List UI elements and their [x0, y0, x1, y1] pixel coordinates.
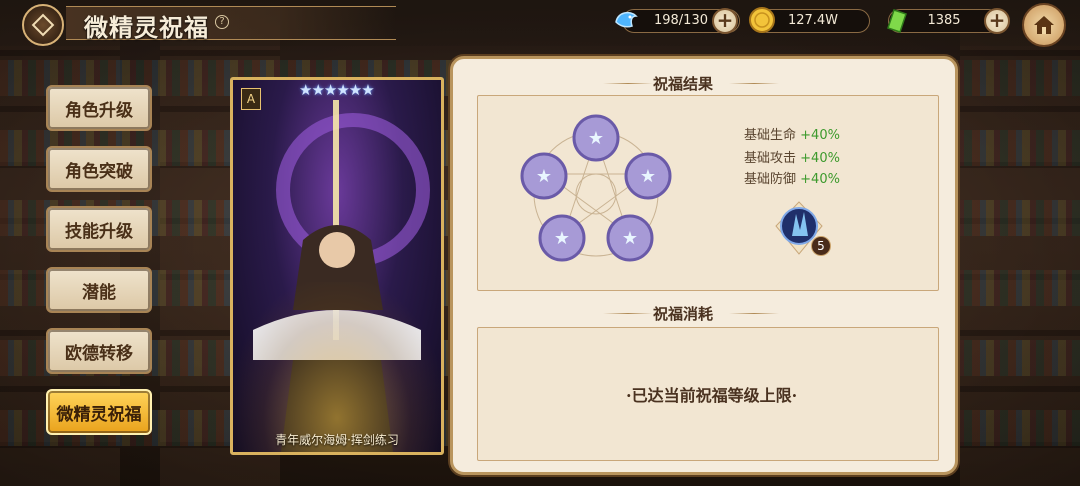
green-crystal-icon	[887, 9, 907, 33]
item-count-badge: 5	[811, 236, 831, 256]
card-name: 青年威尔海姆·挥剑练习	[275, 433, 399, 447]
star-node-icon: ★	[520, 152, 568, 200]
home-icon	[1034, 16, 1054, 34]
svg-text:★: ★	[554, 228, 570, 249]
star-node-icon: ★	[624, 152, 672, 200]
gem-add-button[interactable]: +	[984, 8, 1010, 34]
star-node-icon: ★	[606, 214, 654, 262]
star-node-icon: ★	[572, 114, 620, 162]
gold-coin-icon	[749, 7, 775, 33]
menu-breakthrough-button[interactable]: 角色突破	[46, 146, 152, 192]
svg-text:★: ★	[622, 228, 638, 249]
menu-transfer-button[interactable]: 欧德转移	[46, 328, 152, 374]
back-diamond-icon	[31, 13, 55, 37]
home-button[interactable]	[1022, 3, 1066, 47]
stat-defense: 基础防御 +40%	[744, 172, 840, 187]
blessing-result-title: 祝福结果	[653, 75, 714, 93]
stat-hp: 基础生命 +40%	[744, 128, 840, 143]
blessing-panel: 祝福结果 ★ ★ ★ ★ ★ 基础生命 +40% 基础攻击 +40% 基础防御 …	[450, 56, 958, 475]
svg-text:★: ★	[536, 166, 552, 187]
blessing-result-box: ★ ★ ★ ★ ★ 基础生命 +40% 基础攻击 +40% 基础防御 +40% …	[477, 95, 939, 291]
gem-value: 1385	[927, 13, 961, 28]
max-level-message: ·已达当前祝福等级上限·	[626, 386, 798, 405]
star-node-icon: ★	[538, 214, 586, 262]
pentagram-diagram: ★ ★ ★ ★ ★	[520, 114, 672, 262]
menu-potential-button[interactable]: 潜能	[46, 267, 152, 313]
card-star-rating: ★★★★★★	[299, 81, 375, 99]
menu-level-up-button[interactable]: 角色升级	[46, 85, 152, 131]
svg-text:★: ★	[640, 166, 656, 187]
gold-value: 127.4W	[787, 13, 839, 28]
page-title: 微精灵祝福	[84, 13, 209, 42]
stamina-value: 198/130	[653, 13, 708, 28]
blessing-cost-title: 祝福消耗	[653, 305, 714, 323]
svg-text:★: ★	[588, 128, 604, 149]
help-icon[interactable]: ?	[215, 15, 229, 29]
menu-spirit-blessing-button[interactable]: 微精灵祝福	[46, 389, 152, 435]
menu-skill-upgrade-button[interactable]: 技能升级	[46, 206, 152, 252]
card-gold-glow	[233, 282, 441, 452]
blessing-cost-box: ·已达当前祝福等级上限·	[477, 327, 939, 461]
stamina-add-button[interactable]: +	[712, 8, 738, 34]
card-rank-badge: A	[241, 88, 261, 110]
back-button[interactable]	[22, 4, 64, 46]
character-card[interactable]: A ★★★★★★ 青年威尔海姆·挥剑练习	[230, 77, 444, 455]
stat-attack: 基础攻击 +40%	[744, 151, 840, 166]
blue-fish-icon	[615, 11, 638, 28]
